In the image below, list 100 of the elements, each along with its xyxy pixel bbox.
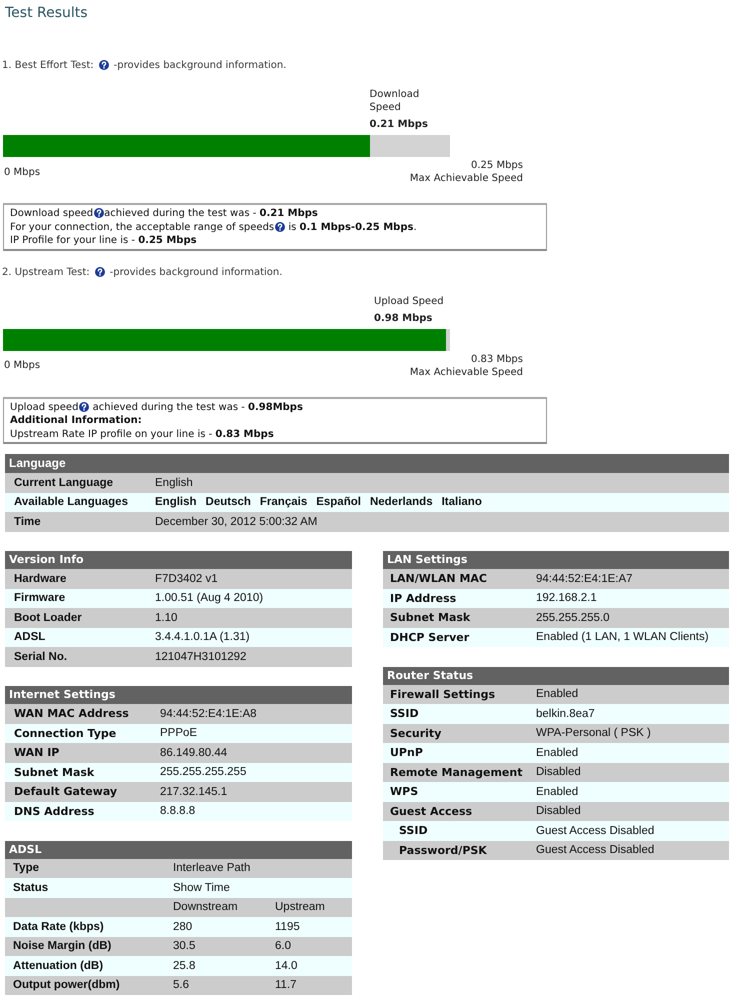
row-label: DHCP Server	[390, 630, 470, 644]
language-link[interactable]: Nederlands	[370, 496, 433, 508]
section-header: Language	[5, 454, 729, 473]
language-link[interactable]: Español	[316, 496, 361, 508]
row-label: Serial No.	[14, 650, 68, 663]
row-value: 280	[173, 920, 192, 933]
max-speed-value: 0.25 Mbps	[471, 159, 523, 172]
speed-label: Download Speed	[370, 88, 420, 114]
row-value: 217.32.145.1	[160, 786, 228, 798]
row-label: Status	[13, 882, 48, 894]
row-value: WPA-Personal ( PSK )	[536, 727, 651, 740]
info-text: achieved during the test was - 0.98Mbps	[92, 400, 303, 414]
info-text: IP Profile for your line is - 0.25 Mbps	[10, 234, 197, 248]
row-label: Type	[13, 862, 39, 874]
section-header: Version Info	[5, 551, 352, 569]
language-link[interactable]: Italiano	[442, 496, 482, 508]
row-value: 255.255.255.0	[536, 612, 610, 624]
section-header: Internet Settings	[5, 686, 352, 704]
row-value: 86.149.80.44	[160, 746, 228, 759]
row-value: belkin.8ea7	[536, 708, 595, 720]
row-value: 255.255.255.255	[160, 766, 246, 778]
row-value: Disabled	[536, 805, 581, 818]
row-value: 94:44:52:E4:1E:A8	[160, 708, 257, 720]
row-value: PPPoE	[160, 727, 198, 740]
info-text: For your connection, the acceptable range of speeds	[10, 220, 274, 234]
speed-value: 0.98 Mbps	[374, 312, 434, 324]
row-label: SSID	[399, 824, 428, 838]
test-heading: 1. Best Effort Test:	[2, 59, 94, 73]
row-value: English	[155, 476, 193, 489]
help-icon[interactable]	[94, 208, 104, 218]
row-label: SSID	[390, 707, 419, 720]
row-label: WAN IP	[14, 746, 60, 760]
row-value: December 30, 2012 5:00:32 AM	[155, 516, 318, 528]
info-text: Upload speed	[10, 400, 78, 414]
test-heading: 2. Upstream Test:	[2, 266, 90, 280]
row-value: 1.00.51 (Aug 4 2010)	[155, 592, 264, 604]
row-value: 3.4.4.1.0.1A (1.31)	[155, 631, 250, 644]
page-title: Test Results	[4, 4, 89, 22]
row-value: 6.0	[275, 940, 291, 952]
row-label: Firmware	[14, 592, 66, 604]
max-speed-value: 0.83 Mbps	[471, 352, 523, 366]
row-value: Enabled	[536, 746, 578, 759]
info-text: achieved during the test was - 0.21 Mbps	[104, 207, 318, 220]
speed-label: Upload Speed	[374, 294, 444, 308]
row-value: 1195	[275, 920, 300, 933]
row-label: WPS	[390, 785, 418, 798]
scale-min-label: 0 Mbps	[4, 166, 40, 178]
row-label: IP Address	[390, 592, 456, 605]
row-label: Password/PSK	[399, 844, 487, 857]
row-label: LAN/WLAN MAC	[390, 572, 487, 586]
section-header: Router Status	[383, 666, 729, 684]
row-label: Available Languages	[14, 496, 128, 508]
row-value: Show Time	[173, 882, 230, 894]
row-value: Downstream	[173, 901, 238, 914]
help-icon[interactable]	[79, 402, 90, 412]
row-label: Guest Access	[390, 804, 472, 818]
help-icon[interactable]	[275, 222, 286, 232]
row-value: Interleave Path	[173, 862, 250, 874]
row-label: Subnet Mask	[14, 766, 94, 779]
scale-min-label: 0 Mbps	[4, 359, 40, 372]
language-link[interactable]: Français	[260, 496, 308, 508]
row-value: Disabled	[536, 766, 581, 778]
row-value: 25.8	[173, 960, 196, 972]
info-text: Upstream Rate IP profile on your line is - 0.83 Mbps	[10, 428, 274, 441]
row-label: DNS Address	[14, 804, 94, 818]
row-value: 121047H3101292	[155, 650, 246, 663]
row-value: 1.10	[155, 612, 178, 624]
info-text: Additional Information:	[10, 414, 142, 428]
row-value: 192.168.2.1	[536, 592, 597, 604]
speed-value: 0.21 Mbps	[370, 118, 428, 131]
max-speed-label: Max Achievable Speed	[410, 366, 523, 378]
row-value: 8.8.8.8	[160, 805, 196, 818]
row-label: Time	[14, 516, 41, 528]
row-value: 14.0	[275, 960, 298, 972]
test-heading: -provides background information.	[110, 266, 282, 280]
help-icon[interactable]	[98, 60, 109, 70]
row-value: F7D3402 v1	[155, 572, 218, 585]
help-icon[interactable]	[94, 266, 105, 276]
row-label: Firewall Settings	[390, 688, 496, 701]
row-value: Enabled	[536, 688, 578, 700]
row-label: Output power(dbm)	[13, 979, 120, 992]
language-link[interactable]: Deutsch	[206, 496, 251, 508]
section-header: ADSL	[5, 840, 352, 858]
row-label: Subnet Mask	[390, 611, 470, 624]
row-value: Guest Access Disabled	[536, 824, 654, 837]
row-label: Noise Margin (dB)	[13, 940, 112, 952]
row-value: 30.5	[173, 940, 196, 952]
row-label: WAN MAC Address	[14, 707, 129, 720]
row-label: ADSL	[14, 631, 46, 644]
row-label: Boot Loader	[14, 612, 82, 624]
row-value: Guest Access Disabled	[536, 844, 654, 856]
row-label: Attenuation (dB)	[13, 960, 104, 972]
row-label: Connection Type	[14, 726, 116, 740]
row-label: Security	[390, 726, 442, 740]
row-label: Default Gateway	[14, 785, 118, 798]
row-value: 94:44:52:E4:1E:A7	[536, 572, 633, 585]
language-link[interactable]: English	[155, 496, 197, 508]
row-label: Remote Management	[390, 766, 522, 779]
row-value: Enabled	[536, 786, 578, 798]
row-label: Hardware	[14, 572, 66, 585]
